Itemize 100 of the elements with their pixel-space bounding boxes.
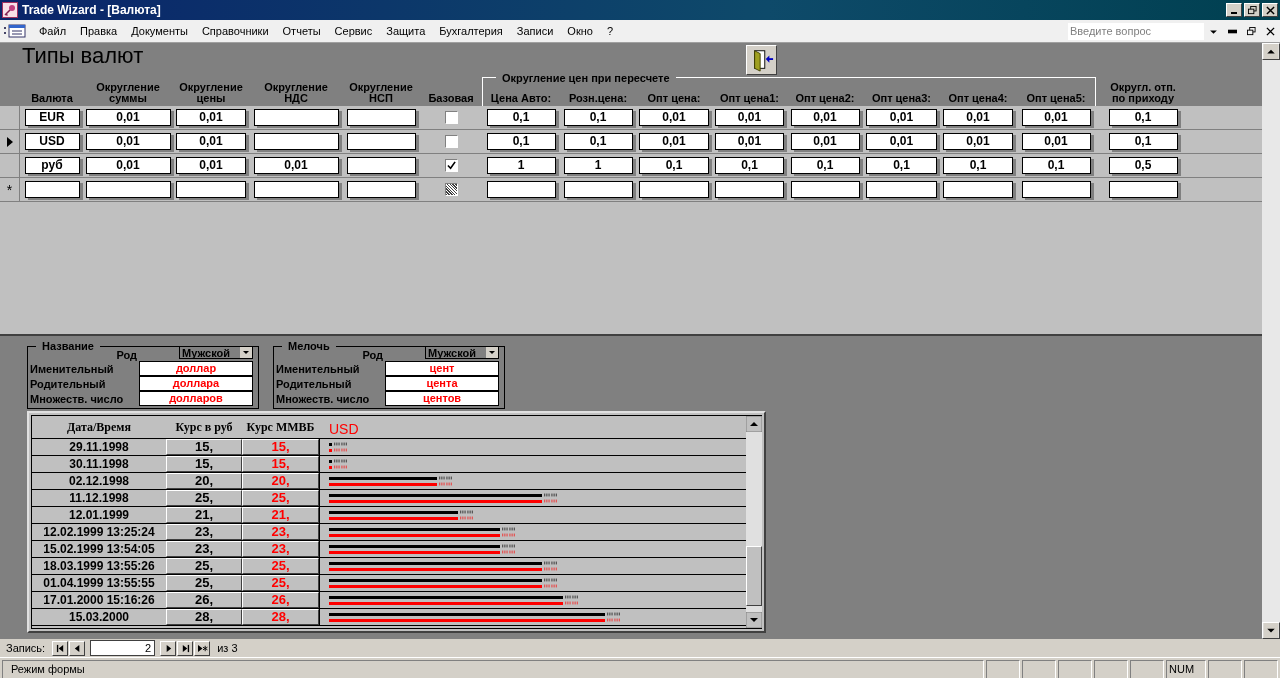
input-field[interactable]: 0,01: [639, 133, 709, 150]
close-icon[interactable]: [1266, 26, 1275, 36]
input-field[interactable]: [346, 133, 416, 150]
input-field[interactable]: [866, 181, 937, 198]
input-field[interactable]: 0,5: [1108, 157, 1178, 174]
input-field[interactable]: [943, 181, 1013, 198]
input-field[interactable]: [253, 181, 339, 198]
dropdown-caret-icon[interactable]: [486, 347, 498, 358]
input-field[interactable]: 0,01: [85, 157, 171, 174]
previous-record-button[interactable]: [69, 640, 86, 656]
input-field[interactable]: [715, 181, 784, 198]
menu-item[interactable]: ?: [599, 25, 620, 37]
menu-item[interactable]: Файл: [32, 25, 74, 37]
input-field[interactable]: [24, 181, 80, 198]
menu-item[interactable]: Бухгалтерия: [432, 25, 510, 37]
input-field[interactable]: 0,01: [790, 133, 860, 150]
input-field[interactable]: руб: [24, 157, 80, 174]
input-field[interactable]: [176, 181, 246, 198]
input-field[interactable]: 1: [563, 157, 633, 174]
input-field[interactable]: 0,1: [1021, 157, 1091, 174]
input-field[interactable]: [790, 181, 860, 198]
input-field[interactable]: 0,1: [563, 133, 633, 150]
input-field[interactable]: 0,01: [85, 109, 171, 126]
input-field[interactable]: [253, 133, 339, 150]
input-field[interactable]: 0,1: [486, 133, 556, 150]
input-field[interactable]: [346, 109, 416, 126]
menu-item[interactable]: Отчеты: [275, 25, 328, 37]
case-field[interactable]: цента: [385, 376, 499, 391]
menu-item[interactable]: Защита: [379, 25, 433, 37]
input-field[interactable]: 0,1: [1108, 109, 1178, 126]
input-field[interactable]: 0,1: [486, 109, 556, 126]
input-field[interactable]: 0,01: [176, 157, 246, 174]
input-field[interactable]: 0,01: [715, 109, 784, 126]
input-field[interactable]: 0,1: [1108, 133, 1178, 150]
vertical-scrollbar[interactable]: [746, 415, 762, 629]
case-field[interactable]: цент: [385, 361, 499, 376]
input-field[interactable]: 0,01: [790, 109, 860, 126]
checkbox[interactable]: [444, 159, 458, 172]
menu-item[interactable]: Правка: [73, 25, 125, 37]
input-field[interactable]: [1021, 181, 1091, 198]
gender-dropdown[interactable]: Мужской: [179, 346, 253, 359]
input-field[interactable]: 0,01: [85, 133, 171, 150]
record-selector[interactable]: *: [0, 178, 20, 201]
minimize-button[interactable]: [1226, 3, 1242, 17]
checkbox[interactable]: [444, 111, 458, 124]
input-field[interactable]: [346, 181, 416, 198]
menu-item[interactable]: Окно: [560, 25, 600, 37]
next-record-button[interactable]: [160, 640, 177, 656]
dropdown-caret-icon[interactable]: [240, 347, 252, 358]
input-field[interactable]: 0,1: [866, 157, 937, 174]
input-field[interactable]: 0,01: [715, 133, 784, 150]
input-field[interactable]: 0,01: [943, 133, 1013, 150]
checkbox[interactable]: [444, 135, 458, 148]
case-field[interactable]: доллара: [139, 376, 253, 391]
input-field[interactable]: 0,1: [563, 109, 633, 126]
scroll-down-icon[interactable]: [746, 612, 762, 628]
form-icon[interactable]: [4, 24, 26, 38]
input-field[interactable]: 0,01: [1021, 133, 1091, 150]
input-field[interactable]: USD: [24, 133, 80, 150]
case-field[interactable]: доллар: [139, 361, 253, 376]
input-field[interactable]: 0,01: [943, 109, 1013, 126]
input-field[interactable]: 0,1: [639, 157, 709, 174]
input-field[interactable]: 0,1: [943, 157, 1013, 174]
input-field[interactable]: 0,1: [715, 157, 784, 174]
checkbox[interactable]: [444, 183, 458, 196]
scroll-thumb[interactable]: [746, 546, 762, 606]
menu-item[interactable]: Справочники: [194, 25, 276, 37]
close-button[interactable]: [1262, 3, 1278, 17]
input-field[interactable]: 0,1: [790, 157, 860, 174]
new-record-button[interactable]: [194, 640, 211, 656]
record-number-field[interactable]: 2: [90, 640, 156, 656]
input-field[interactable]: [486, 181, 556, 198]
input-field[interactable]: [346, 157, 416, 174]
menu-item[interactable]: Сервис: [327, 25, 380, 37]
input-field[interactable]: 0,01: [639, 109, 709, 126]
input-field[interactable]: 0,01: [176, 133, 246, 150]
input-field[interactable]: [1108, 181, 1178, 198]
input-field[interactable]: [85, 181, 171, 198]
input-field[interactable]: [253, 109, 339, 126]
input-field[interactable]: 0,01: [176, 109, 246, 126]
input-field[interactable]: 0,01: [866, 133, 937, 150]
input-field[interactable]: 0,01: [253, 157, 339, 174]
input-field[interactable]: 0,01: [1021, 109, 1091, 126]
last-record-button[interactable]: [177, 640, 194, 656]
menu-item[interactable]: Документы: [124, 25, 195, 37]
input-field[interactable]: EUR: [24, 109, 80, 126]
restore-button[interactable]: [1244, 3, 1260, 17]
input-field[interactable]: 0,01: [866, 109, 937, 126]
scroll-up-icon[interactable]: [746, 416, 762, 432]
gender-dropdown[interactable]: Мужской: [425, 346, 499, 359]
case-field[interactable]: долларов: [139, 391, 253, 406]
menu-item[interactable]: Записи: [509, 25, 561, 37]
exit-button[interactable]: [746, 45, 777, 75]
help-search-field[interactable]: Введите вопрос: [1068, 22, 1204, 40]
input-field[interactable]: [563, 181, 633, 198]
input-field[interactable]: 1: [486, 157, 556, 174]
input-field[interactable]: [639, 181, 709, 198]
first-record-button[interactable]: [52, 640, 69, 656]
restore-icon[interactable]: [1247, 26, 1256, 36]
case-field[interactable]: центов: [385, 391, 499, 406]
